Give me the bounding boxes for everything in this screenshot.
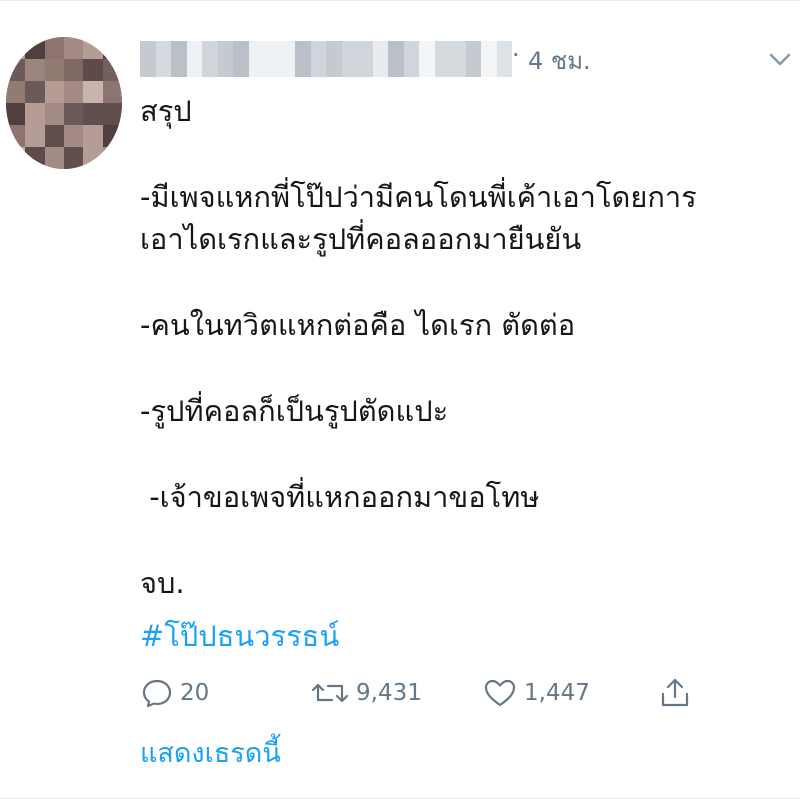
tweet-line: จบ. [140, 566, 185, 600]
avatar[interactable] [6, 37, 122, 169]
tweet-line: -รูปที่คอลก็เป็นรูปตัดแปะ [140, 394, 449, 428]
like-count: 1,447 [524, 680, 590, 706]
retweet-icon [311, 683, 349, 703]
tweet-line: สรุป [140, 94, 192, 128]
tweet-timestamp[interactable]: 4 ชม. [528, 41, 591, 80]
reply-count: 20 [180, 680, 210, 706]
reply-button[interactable]: 20 [140, 671, 209, 715]
chevron-down-icon[interactable] [766, 45, 794, 73]
redacted-username[interactable] [140, 41, 512, 77]
reply-icon [142, 679, 172, 708]
time-separator: · [512, 41, 520, 69]
tweet-actions: 20 9,431 1,447 [140, 671, 700, 715]
like-icon [484, 679, 516, 707]
tweet-line: -เจ้าขอเพจที่แหกออกมาขอโทษ [140, 480, 540, 514]
like-button[interactable]: 1,447 [482, 671, 590, 715]
share-icon [661, 678, 689, 707]
show-thread-link[interactable]: แสดงเธรดนี้ [140, 731, 281, 774]
tweet-line: เอาไดเรกและรูปที่คอลออกมายืนยัน [140, 222, 582, 256]
retweet-button[interactable]: 9,431 [310, 671, 422, 715]
hashtag-link[interactable]: #โป๊ปธนวรรธน์ [140, 613, 339, 659]
share-button[interactable] [658, 671, 692, 715]
tweet-line: -มีเพจแหกพี่โป๊ปว่ามีคนโดนพี่เค้าเอาโดยก… [140, 180, 697, 214]
tweet-card[interactable]: · 4 ชม. สรุป -มีเพจแหกพี่โป๊ปว่ามีคนโดนพ… [0, 0, 800, 799]
retweet-count: 9,431 [356, 680, 422, 706]
tweet-line: -คนในทวิตแหกต่อคือ ไดเรก ตัดต่อ [140, 308, 576, 342]
